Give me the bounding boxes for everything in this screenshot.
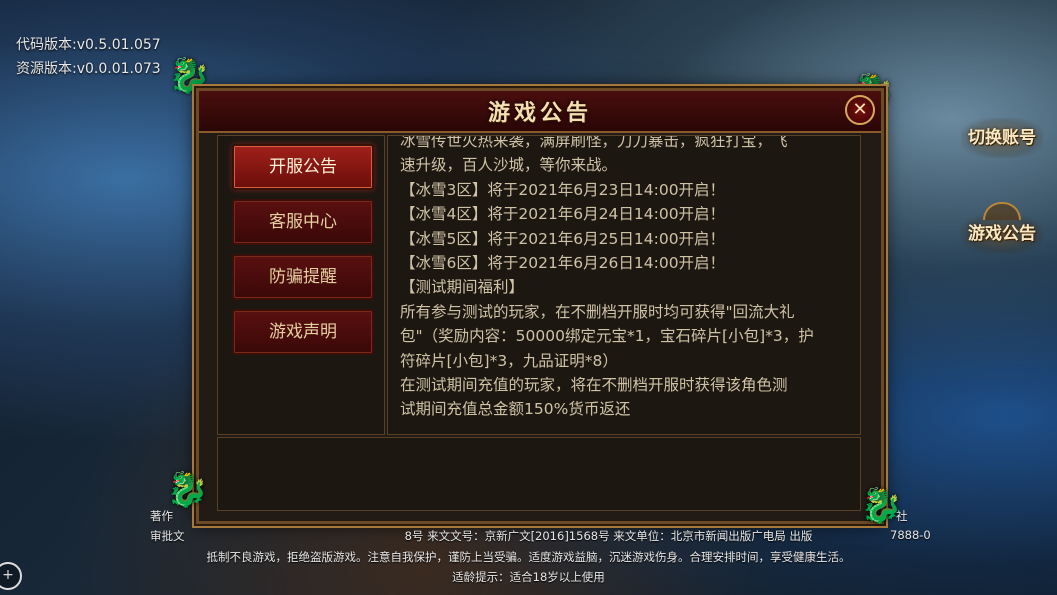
content-line: 包"（奖励内容：50000绑定元宝*1，宝石碎片[小包]*3，护: [400, 327, 814, 346]
switch-account-button[interactable]: 切换账号: [961, 118, 1043, 158]
footer-phone-fragment: 7888-0: [890, 528, 931, 542]
content-line: 【冰雪5区】将于2021年6月25日14:00开启！: [400, 229, 726, 248]
announcement-dialog: 游戏公告 ✕ 开服公告 客服中心 防骗提醒 游戏声明 冰雪传世火热来袭，满屏刷怪…: [196, 88, 884, 524]
content-line: 符碎片[小包]*3，九品证明*8）: [400, 351, 618, 370]
footer-age-notice: 适龄提示：适合18岁以上使用: [452, 570, 605, 584]
content-line: 冰雪传世火热来袭，满屏刷怪，刀刀暴击，疯狂打宝，飞: [400, 135, 788, 150]
announcement-button[interactable]: 游戏公告: [961, 202, 1043, 254]
content-line: 【冰雪4区】将于2021年6月24日14:00开启！: [400, 205, 726, 224]
dialog-title: 游戏公告: [487, 101, 592, 126]
close-icon[interactable]: ✕: [845, 95, 875, 125]
content-line: 在测试期间充值的玩家，将在不删档开服时获得该角色测: [400, 376, 788, 395]
plus-icon[interactable]: +: [0, 562, 22, 590]
tab-game-statement[interactable]: 游戏声明: [232, 309, 374, 355]
footer-copyright-fragment: 著作: [150, 509, 173, 523]
footer-publisher-fragment: 社: [896, 509, 908, 523]
tab-panel: 开服公告 客服中心 防骗提醒 游戏声明: [217, 135, 385, 435]
version-code: 代码版本:v0.5.01.057: [16, 37, 161, 53]
tab-customer-service[interactable]: 客服中心: [232, 199, 374, 245]
bottom-panel: [217, 437, 861, 511]
content-line: 试期间充值总金额150%货币返还: [400, 400, 631, 419]
dragon-ornament-bottom-left: 🐉: [166, 470, 209, 510]
announcement-label: 游戏公告: [968, 224, 1036, 244]
content-line: 【冰雪3区】将于2021年6月23日14:00开启！: [400, 180, 726, 199]
content-line: 【测试期间福利】: [400, 278, 525, 297]
switch-account-label: 切换账号: [968, 128, 1036, 148]
crest-icon: [983, 202, 1021, 220]
version-resource: 资源版本:v0.0.01.073: [16, 61, 161, 77]
announcement-text: 冰雪传世火热来袭，满屏刷怪，刀刀暴击，疯狂打宝，飞 速升级，百人沙城，等你来战。…: [400, 135, 848, 422]
content-line: 【冰雪6区】将于2021年6月26日14:00开启！: [400, 254, 726, 273]
content-line: 所有参与测试的玩家，在不删档开服时均可获得"回流大礼: [400, 302, 795, 321]
footer-health-notice: 抵制不良游戏，拒绝盗版游戏。注意自我保护，谨防上当受骗。适度游戏益脑，沉迷游戏伤…: [206, 550, 851, 564]
tab-server-open[interactable]: 开服公告: [232, 144, 374, 190]
dialog-header: 游戏公告 ✕: [199, 91, 881, 133]
tab-fraud-reminder[interactable]: 防骗提醒: [232, 254, 374, 300]
announcement-content[interactable]: 冰雪传世火热来袭，满屏刷怪，刀刀暴击，疯狂打宝，飞 速升级，百人沙城，等你来战。…: [387, 135, 861, 435]
content-line: 速升级，百人沙城，等你来战。: [400, 156, 618, 175]
